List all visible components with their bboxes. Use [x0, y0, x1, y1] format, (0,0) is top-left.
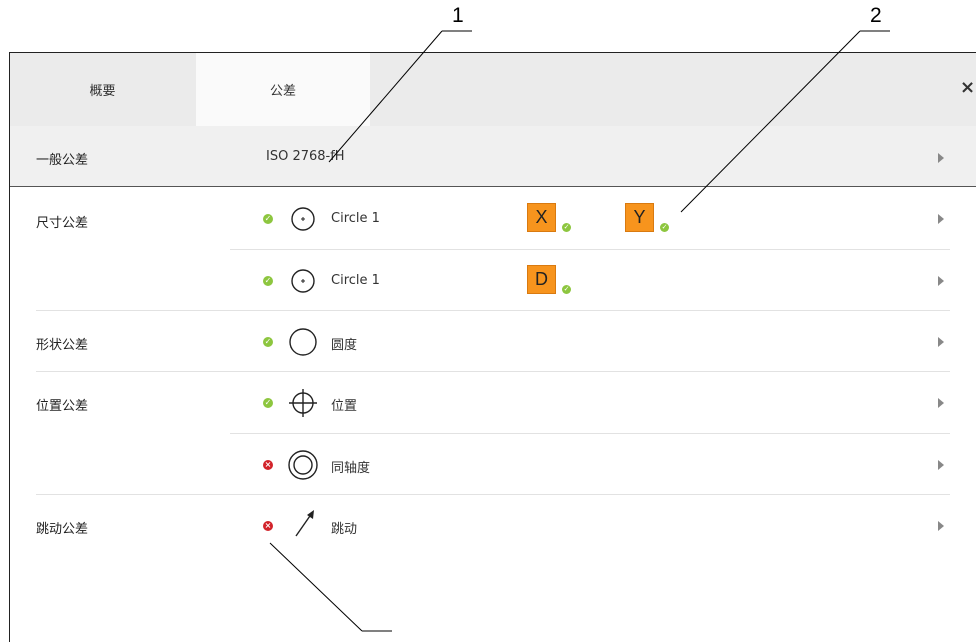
badge-ok-icon: ✓ [562, 285, 571, 294]
group-label-position: 位置公差 [36, 399, 89, 414]
status-ok-icon: ✓ [263, 337, 273, 347]
circle-center-icon [291, 269, 315, 293]
row-separator [36, 371, 950, 372]
status-ok-icon: ✓ [263, 398, 273, 408]
group-label-runout: 跳动公差 [36, 522, 89, 537]
chevron-right-icon [938, 337, 944, 347]
status-error-icon: × [263, 460, 273, 470]
runout-arrow-icon [295, 510, 314, 537]
chevron-right-icon [938, 521, 944, 531]
tab-bar: 概要 公差 [10, 53, 976, 126]
status-error-icon: × [263, 521, 273, 531]
general-tolerance-label: 一般公差 [36, 153, 89, 168]
badge-ok-icon: ✓ [660, 223, 669, 232]
chevron-right-icon [938, 398, 944, 408]
badge-d: D [527, 265, 556, 294]
row-separator [36, 494, 950, 495]
tab-overview[interactable]: 概要 [10, 53, 195, 126]
roundness-icon [289, 328, 317, 356]
callout-1: 1 [452, 4, 464, 27]
row-separator [230, 433, 950, 434]
chevron-right-icon [938, 276, 944, 286]
chevron-right-icon [938, 153, 944, 163]
tab-tolerances[interactable]: 公差 [196, 53, 370, 126]
row-label: 跳动 [331, 522, 358, 537]
status-ok-icon: ✓ [263, 276, 273, 286]
row-label: 位置 [331, 399, 358, 414]
badge-ok-icon: ✓ [562, 223, 571, 232]
status-ok-icon: ✓ [263, 214, 273, 224]
group-label-form: 形状公差 [36, 338, 89, 353]
chevron-right-icon [938, 460, 944, 470]
position-crosshair-icon [289, 389, 317, 417]
group-label-dimension: 尺寸公差 [36, 216, 89, 231]
callout-2: 2 [870, 4, 882, 27]
close-icon[interactable]: × [960, 77, 975, 98]
row-label: 圆度 [331, 338, 358, 353]
circle-center-icon [291, 207, 315, 231]
general-tolerance-value: ISO 2768-fH [266, 149, 345, 164]
row-label: Circle 1 [331, 273, 380, 288]
general-tolerance-row[interactable]: 一般公差 ISO 2768-fH [10, 126, 976, 187]
badge-y: Y [625, 203, 654, 232]
row-separator [230, 249, 950, 250]
chevron-right-icon [938, 214, 944, 224]
row-separator [36, 310, 950, 311]
concentricity-icon [288, 450, 318, 480]
tolerances-panel: 概要 公差 × 一般公差 ISO 2768-fH 尺寸公差 形状公差 位置公差 … [9, 52, 976, 642]
badge-x: X [527, 203, 556, 232]
row-label: Circle 1 [331, 211, 380, 226]
row-label: 同轴度 [331, 461, 371, 476]
